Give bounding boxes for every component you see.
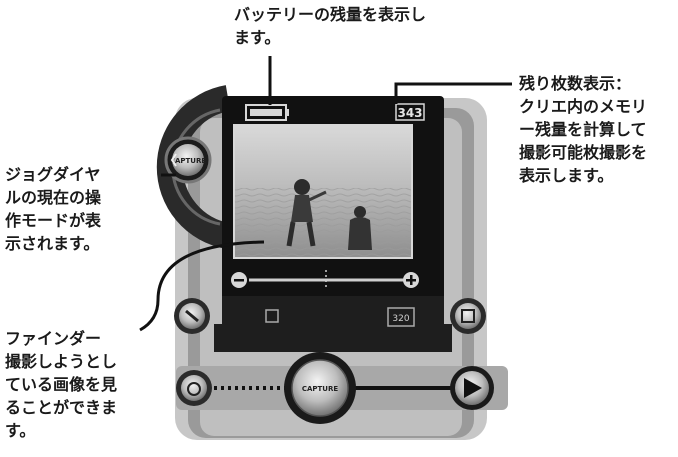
- dog-figure: [354, 206, 366, 218]
- control-band: [214, 296, 452, 352]
- child-figure: [294, 179, 310, 195]
- shots-remaining-count: 343: [397, 106, 422, 120]
- resolution-text: 320: [392, 314, 409, 324]
- capture-button-text: CAPTURE: [302, 385, 339, 393]
- camera-device-diagram: CAPTURE 343 320 CAPTURE: [139, 56, 512, 440]
